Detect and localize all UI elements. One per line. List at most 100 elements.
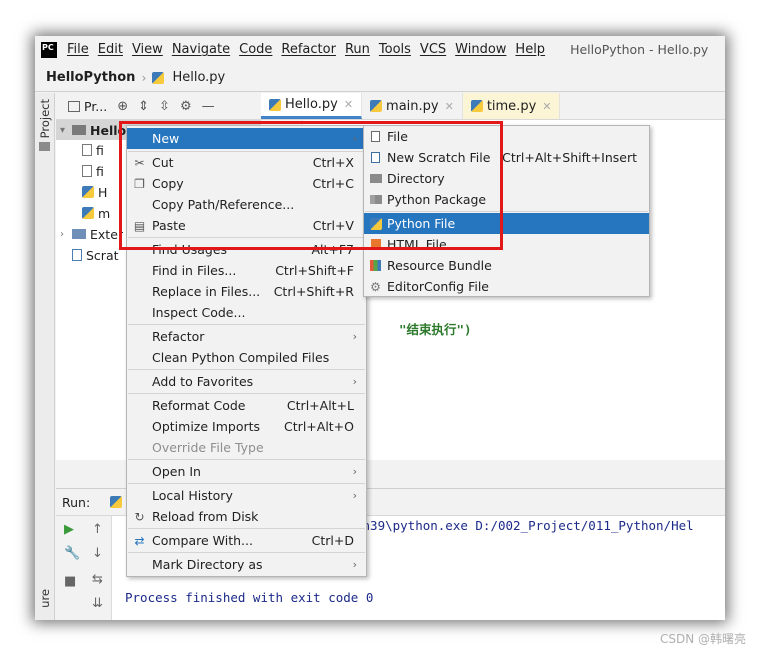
folder-icon	[72, 125, 86, 135]
menu-file[interactable]: File	[67, 42, 89, 57]
soft-wrap-icon[interactable]: ⇆	[92, 572, 103, 587]
menu-separator	[128, 483, 365, 484]
menu-item-local-history[interactable]: Local History ›	[127, 485, 366, 506]
menu-item-replace-in-files[interactable]: Replace in Files... Ctrl+Shift+R	[127, 281, 366, 302]
scratch-icon	[72, 249, 82, 261]
menu-item-open-in[interactable]: Open In ›	[127, 461, 366, 482]
menu-separator	[128, 393, 365, 394]
close-icon[interactable]: ✕	[344, 98, 353, 111]
menu-item-optimize-imports[interactable]: Optimize Imports Ctrl+Alt+O	[127, 416, 366, 437]
tab-label: time.py	[486, 98, 537, 114]
gear-icon[interactable]: ⚙	[180, 99, 192, 114]
chevron-right-icon: ›	[352, 375, 357, 388]
chevron-down-icon[interactable]: ▾	[60, 125, 72, 136]
navigation-bar: HelloPython › Hello.py	[35, 64, 725, 92]
breadcrumb-project[interactable]: HelloPython	[46, 70, 135, 85]
python-file-icon	[369, 217, 382, 230]
menu-item-find-usages[interactable]: Find Usages Alt+F7	[127, 239, 366, 260]
project-view-selector[interactable]: Pr...	[84, 99, 107, 114]
context-menu: New › ✂ Cut Ctrl+X ❐ Copy Ctrl+C Copy Path/Re…	[126, 125, 367, 577]
menu-item-copy[interactable]: ❐ Copy Ctrl+C	[127, 173, 366, 194]
menu-code[interactable]: Code	[239, 42, 272, 57]
arrow-up-icon[interactable]: ↑	[92, 522, 103, 537]
menu-item-compare-with[interactable]: ⇄ Compare With... Ctrl+D	[127, 530, 366, 551]
breadcrumb-file[interactable]: Hello.py	[172, 70, 225, 85]
python-run-config-icon[interactable]	[110, 496, 123, 508]
tree-file-row[interactable]: fi	[82, 140, 104, 160]
menu-item-copy-path[interactable]: Copy Path/Reference...	[127, 194, 366, 215]
close-icon[interactable]: ✕	[445, 100, 454, 113]
menu-edit[interactable]: Edit	[98, 42, 123, 57]
tree-file-label: m	[98, 205, 111, 221]
tab-main-py[interactable]: main.py ✕	[362, 93, 463, 119]
paste-icon: ▤	[133, 218, 146, 233]
project-view-icon	[68, 100, 80, 112]
submenu-item-resource-bundle[interactable]: Resource Bundle	[364, 255, 649, 276]
tree-file-row[interactable]: H	[82, 182, 107, 202]
tree-file-row[interactable]: m	[82, 203, 110, 223]
locate-icon[interactable]: ⊕	[117, 99, 128, 114]
menu-item-refactor[interactable]: Refactor ›	[127, 326, 366, 347]
menu-item-new[interactable]: New ›	[127, 128, 366, 149]
menu-item-cut[interactable]: ✂ Cut Ctrl+X	[127, 152, 366, 173]
run-side-tools: ▶ ↑ 🔧 ↓ ■ ⇆ ⇊	[56, 516, 112, 620]
wrench-icon[interactable]: 🔧	[64, 546, 80, 561]
menu-item-inspect-code[interactable]: Inspect Code...	[127, 302, 366, 323]
stop-icon[interactable]: ■	[64, 574, 76, 589]
tree-scratch-row[interactable]: Scrat	[72, 245, 119, 265]
menu-help[interactable]: Help	[515, 42, 545, 57]
menu-vcs[interactable]: VCS	[420, 42, 446, 57]
submenu-item-python-file[interactable]: Python File	[364, 213, 649, 234]
menu-view[interactable]: View	[132, 42, 163, 57]
menu-tools[interactable]: Tools	[379, 42, 411, 57]
structure-tool-tab[interactable]: ure	[38, 589, 52, 608]
submenu-item-python-package[interactable]: Python Package	[364, 189, 649, 210]
menu-item-reload-from-disk[interactable]: ↻ Reload from Disk	[127, 506, 366, 527]
run-icon[interactable]: ▶	[64, 522, 74, 537]
menu-navigate[interactable]: Navigate	[172, 42, 230, 57]
tab-time-py[interactable]: time.py ✕	[462, 93, 561, 119]
library-icon	[72, 229, 86, 239]
submenu-item-editorconfig-file[interactable]: ⚙ EditorConfig File	[364, 276, 649, 297]
menu-item-clean-compiled[interactable]: Clean Python Compiled Files	[127, 347, 366, 368]
menu-separator	[128, 324, 365, 325]
package-icon	[369, 195, 382, 204]
menu-refactor[interactable]: Refactor	[281, 42, 336, 57]
chevron-right-icon[interactable]: ›	[60, 229, 72, 240]
tree-external-row[interactable]: › Exter	[56, 224, 123, 244]
hide-icon[interactable]: —	[202, 99, 215, 114]
menu-item-reformat-code[interactable]: Reformat Code Ctrl+Alt+L	[127, 395, 366, 416]
folder-icon	[369, 174, 382, 183]
menu-separator	[128, 528, 365, 529]
menu-run[interactable]: Run	[345, 42, 370, 57]
menu-item-find-in-files[interactable]: Find in Files... Ctrl+Shift+F	[127, 260, 366, 281]
console-exit-line: Process finished with exit code 0	[125, 590, 374, 605]
chevron-right-icon: ›	[352, 330, 357, 343]
arrow-down-icon[interactable]: ↓	[92, 546, 103, 561]
submenu-item-file[interactable]: File	[364, 126, 649, 147]
project-tool-tab[interactable]: Project	[38, 99, 52, 138]
submenu-item-directory[interactable]: Directory	[364, 168, 649, 189]
tree-file-row[interactable]: fi	[82, 161, 104, 181]
menu-item-add-to-favorites[interactable]: Add to Favorites ›	[127, 371, 366, 392]
html-file-icon	[370, 239, 381, 250]
close-icon[interactable]: ✕	[542, 100, 551, 113]
tab-label: main.py	[386, 98, 439, 114]
submenu-item-html-file[interactable]: HTML File	[364, 234, 649, 255]
file-icon	[371, 131, 380, 142]
menu-window[interactable]: Window	[455, 42, 506, 57]
chevron-right-icon: ›	[352, 132, 357, 145]
menu-bar: PC File Edit View Navigate Code Refactor…	[35, 36, 725, 63]
tab-hello-py[interactable]: Hello.py ✕	[261, 93, 363, 119]
scroll-to-end-icon[interactable]: ⇊	[92, 596, 103, 611]
submenu-item-new-scratch-file[interactable]: New Scratch File Ctrl+Alt+Shift+Insert	[364, 147, 649, 168]
collapse-all-icon[interactable]: ⇳	[159, 99, 170, 114]
console-output-line: on39\python.exe D:/002_Project/011_Pytho…	[355, 518, 694, 533]
menu-separator	[365, 211, 648, 212]
expand-all-icon[interactable]: ⇕	[138, 99, 149, 114]
menu-item-mark-directory-as[interactable]: Mark Directory as ›	[127, 554, 366, 575]
new-submenu: File New Scratch File Ctrl+Alt+Shift+Inse…	[363, 125, 650, 297]
chevron-right-icon: ›	[352, 465, 357, 478]
menu-separator	[128, 369, 365, 370]
menu-item-paste[interactable]: ▤ Paste Ctrl+V	[127, 215, 366, 236]
